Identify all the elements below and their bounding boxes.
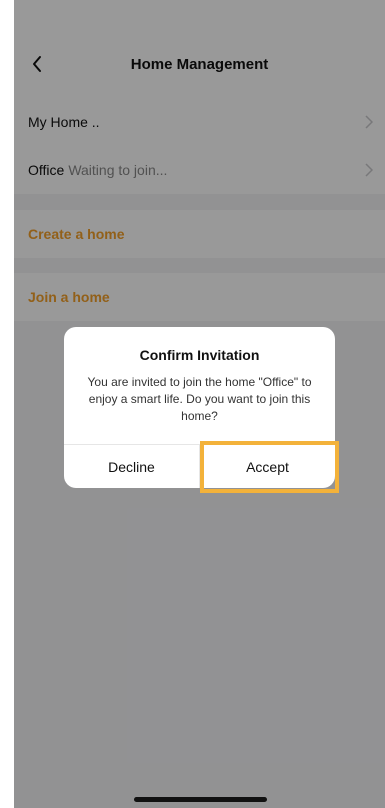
dialog-title: Confirm Invitation <box>139 347 260 363</box>
dialog-message: You are invited to join the home "Office… <box>87 375 312 423</box>
confirm-invitation-dialog: Confirm Invitation You are invited to jo… <box>64 327 335 488</box>
accept-button[interactable]: Accept <box>200 445 335 488</box>
decline-button[interactable]: Decline <box>64 445 199 488</box>
home-indicator <box>134 797 267 802</box>
phone-screen: Home Management My Home .. Office Waiting… <box>14 0 385 808</box>
